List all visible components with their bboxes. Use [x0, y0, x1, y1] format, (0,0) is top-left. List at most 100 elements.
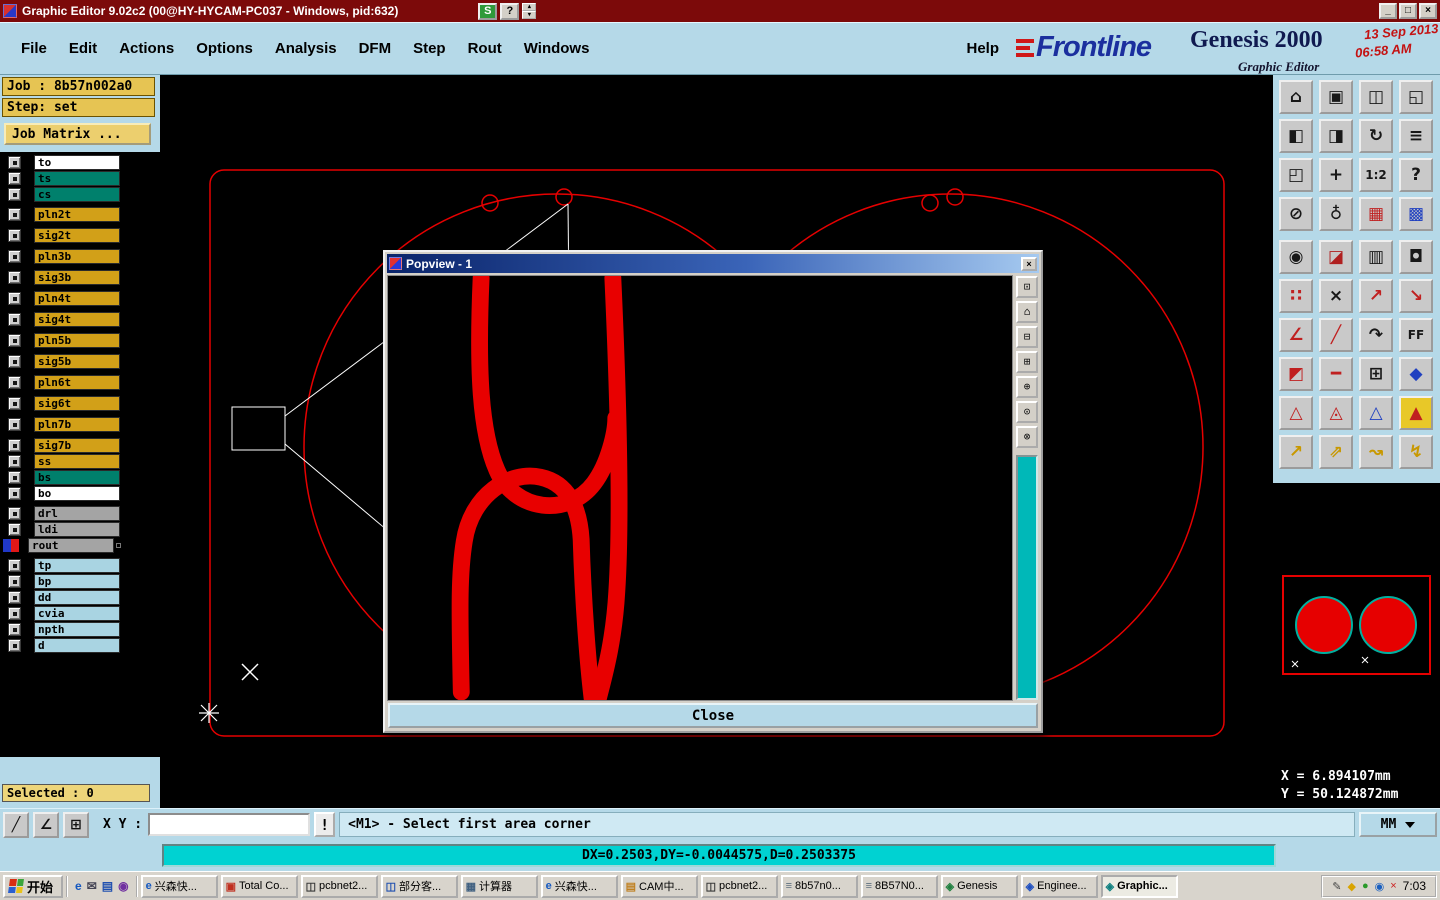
taskbar-button[interactable]: ≡ 8b57n0... — [780, 874, 858, 898]
layer-name[interactable]: tp — [34, 558, 120, 573]
layer-visibility-checkbox[interactable] — [8, 334, 21, 347]
units-dropdown[interactable]: MM — [1359, 812, 1437, 837]
layer-name[interactable]: bp — [34, 574, 120, 589]
rt-pan-view[interactable]: + — [1319, 158, 1353, 192]
layer-name[interactable]: sig3b — [34, 270, 120, 285]
layer-row[interactable]: pln3b — [8, 249, 160, 264]
layer-visibility-checkbox[interactable] — [8, 156, 21, 169]
sb-line-tool[interactable]: ╱ — [3, 811, 29, 838]
sb-grid-tool[interactable]: ⊞ — [63, 811, 89, 838]
job-matrix-button[interactable]: Job Matrix ... — [4, 123, 151, 145]
start-button[interactable]: 开始 — [3, 874, 64, 898]
alert-button[interactable]: ! — [314, 812, 336, 837]
layer-name[interactable]: d — [34, 638, 120, 653]
layer-visibility-checkbox[interactable] — [8, 575, 21, 588]
rt-triangle-blue[interactable]: △ — [1359, 396, 1393, 430]
layer-row[interactable]: tp — [8, 558, 160, 573]
rt-arrow-wave[interactable]: ↝ — [1359, 435, 1393, 469]
help-toolbar-button[interactable]: ? — [500, 2, 520, 20]
layer-name[interactable]: sig6t — [34, 396, 120, 411]
layer-row[interactable]: dd — [8, 590, 160, 605]
popview-canvas[interactable] — [387, 275, 1013, 701]
layer-row[interactable]: pln2t — [8, 207, 160, 222]
rt-window-copy[interactable]: ◫ — [1359, 80, 1393, 114]
rt-copy-point[interactable]: ↘ — [1399, 279, 1433, 313]
taskbar-button[interactable]: ▦ 计算器 — [460, 874, 538, 898]
layer-name[interactable]: ts — [34, 171, 120, 186]
popview-close-button[interactable]: Close — [388, 703, 1038, 728]
layer-row[interactable]: drl — [8, 506, 160, 521]
menu-windows[interactable]: Windows — [513, 35, 601, 62]
rt-grid-dots[interactable]: ▩ — [1399, 197, 1433, 231]
layer-visibility-checkbox[interactable] — [8, 208, 21, 221]
layer-name[interactable]: pln6t — [34, 375, 120, 390]
popview-tool-grid[interactable]: ⊞ — [1016, 351, 1038, 373]
taskbar-button[interactable]: ▣ Total Co... — [220, 874, 298, 898]
layer-visibility-checkbox[interactable] — [8, 397, 21, 410]
layer-row[interactable]: to — [8, 155, 160, 170]
rt-highlight-dot[interactable]: ◘ — [1399, 240, 1433, 274]
menu-dfm[interactable]: DFM — [348, 35, 403, 62]
s-toolbar-button[interactable]: S — [478, 2, 498, 20]
layer-name[interactable]: sig7b — [34, 438, 120, 453]
taskbar-button[interactable]: ◫ pcbnet2... — [700, 874, 778, 898]
rt-home[interactable]: ⌂ — [1279, 80, 1313, 114]
layer-visibility-checkbox[interactable] — [8, 418, 21, 431]
layer-visibility-checkbox[interactable] — [8, 313, 21, 326]
layer-visibility-checkbox[interactable] — [8, 188, 21, 201]
taskbar-button[interactable]: ◫ 部分客... — [380, 874, 458, 898]
board-overview-thumbnail[interactable] — [1282, 575, 1431, 675]
layer-row[interactable]: ss — [8, 454, 160, 469]
taskbar-button[interactable]: e 兴森快... — [540, 874, 618, 898]
rt-context-help[interactable]: ? — [1399, 158, 1433, 192]
tray-close-icon[interactable]: × — [1390, 880, 1396, 892]
xy-coordinate-input[interactable] — [148, 813, 311, 836]
layer-visibility-checkbox[interactable] — [8, 250, 21, 263]
rt-snap-point[interactable]: ◉ — [1279, 240, 1313, 274]
layer-visibility-checkbox[interactable] — [8, 559, 21, 572]
layer-visibility-checkbox[interactable] — [8, 507, 21, 520]
layer-row[interactable]: pln4t — [8, 291, 160, 306]
taskbar-button-active[interactable]: ◈ Graphic... — [1100, 874, 1178, 898]
layer-row[interactable]: npth — [8, 622, 160, 637]
layer-row-rout[interactable]: rout — [3, 538, 160, 553]
layer-visibility-checkbox[interactable] — [8, 639, 21, 652]
rt-probe-tool[interactable]: ♁ — [1319, 197, 1353, 231]
spinner-up-icon[interactable]: ▴ — [522, 3, 537, 11]
layer-name[interactable]: ldi — [34, 522, 120, 537]
layer-name[interactable]: bo — [34, 486, 120, 501]
rt-screen-view[interactable]: ▣ — [1319, 80, 1353, 114]
menu-analysis[interactable]: Analysis — [264, 35, 348, 62]
layer-visibility-checkbox[interactable] — [8, 172, 21, 185]
rt-shift-right[interactable]: ◨ — [1319, 119, 1353, 153]
rt-triangle-dot[interactable]: ◬ — [1319, 396, 1353, 430]
layer-visibility-checkbox[interactable] — [8, 439, 21, 452]
layer-name[interactable]: pln3b — [34, 249, 120, 264]
taskbar-button[interactable]: e 兴森快... — [140, 874, 218, 898]
taskbar-button[interactable]: ◈ Enginee... — [1020, 874, 1098, 898]
rt-measure-angle[interactable]: ∠ — [1279, 318, 1313, 352]
rt-move-point[interactable]: ↗ — [1359, 279, 1393, 313]
rt-shape-library[interactable]: ◆ — [1399, 357, 1433, 391]
layer-row[interactable]: ldi — [8, 522, 160, 537]
layer-name[interactable]: pln2t — [34, 207, 120, 222]
layer-visibility-checkbox[interactable] — [8, 607, 21, 620]
rt-scale-1-2[interactable]: 1:2 — [1359, 158, 1393, 192]
layer-row[interactable]: ts — [8, 171, 160, 186]
layer-visibility-checkbox[interactable] — [8, 523, 21, 536]
close-button[interactable]: × — [1419, 3, 1437, 19]
layer-row[interactable]: bs — [8, 470, 160, 485]
sb-angle-tool[interactable]: ∠ — [33, 811, 59, 838]
rt-split-view[interactable]: ◱ — [1399, 80, 1433, 114]
maximize-button[interactable]: □ — [1399, 3, 1417, 19]
layer-visibility-checkbox[interactable] — [8, 271, 21, 284]
menu-file[interactable]: File — [10, 35, 58, 62]
layer-name[interactable]: cs — [34, 187, 120, 202]
popview-tool-pan[interactable]: ⊗ — [1016, 426, 1038, 448]
rt-arrow-select[interactable]: ↗ — [1279, 435, 1313, 469]
layer-visibility-checkbox[interactable] — [8, 487, 21, 500]
layer-row[interactable]: sig6t — [8, 396, 160, 411]
layer-visibility-checkbox[interactable] — [8, 591, 21, 604]
rt-draw-line[interactable]: ╱ — [1319, 318, 1353, 352]
rt-add-shape[interactable]: ⊞ — [1359, 357, 1393, 391]
